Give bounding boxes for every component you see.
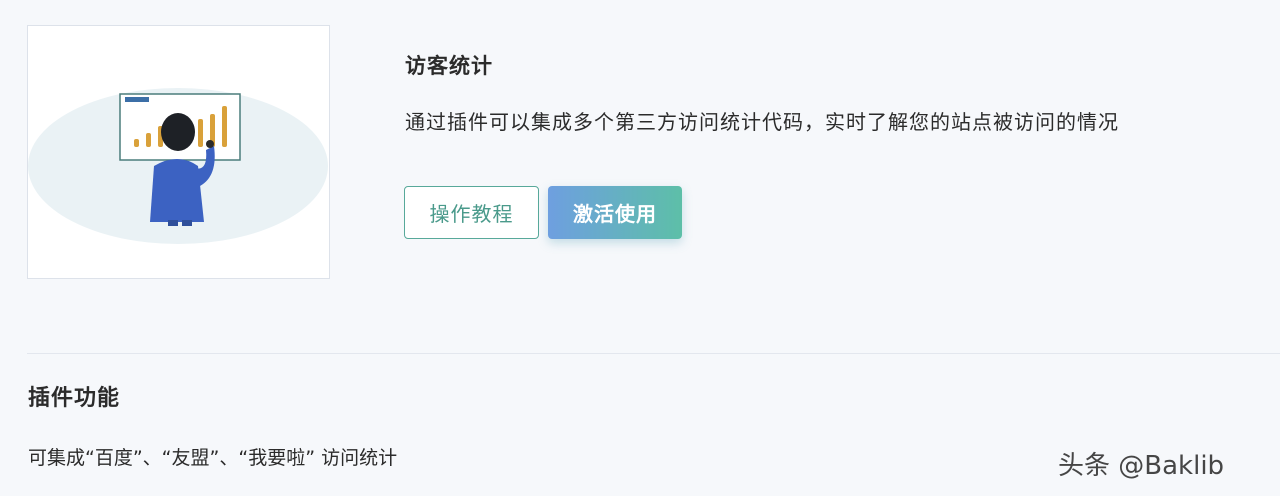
tutorial-button[interactable]: 操作教程 [404, 186, 539, 239]
person-head [161, 113, 195, 151]
plugin-detail-page: 访客统计 通过插件可以集成多个第三方访问统计代码，实时了解您的站点被访问的情况 … [0, 0, 1280, 496]
features-title: 插件功能 [28, 386, 121, 411]
plugin-title: 访客统计 [405, 54, 493, 78]
activate-button[interactable]: 激活使用 [548, 186, 682, 239]
plugin-description: 通过插件可以集成多个第三方访问统计代码，实时了解您的站点被访问的情况 [405, 110, 1119, 134]
watermark: 头条 @Baklib [1058, 451, 1225, 481]
section-divider [27, 353, 1280, 354]
features-description: 可集成“百度”、“友盟”、“我要啦” 访问统计 [28, 447, 398, 469]
person-pointing-at-bar-chart-icon [28, 88, 328, 244]
plugin-illustration [27, 25, 330, 279]
